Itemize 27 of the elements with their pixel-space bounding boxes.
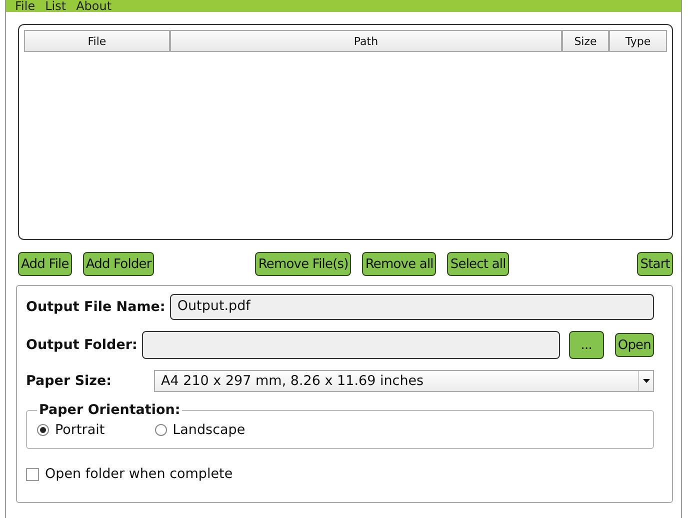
radio-option[interactable]: Landscape: [154, 418, 246, 442]
file-name-field[interactable]: Output.pdf: [170, 294, 654, 320]
column-header[interactable]: Path: [170, 30, 562, 52]
menu-item[interactable]: File: [15, 0, 36, 12]
list-button[interactable]: Add Folder: [82, 252, 154, 276]
start-button[interactable]: Start: [637, 252, 673, 276]
group-title: Paper Orientation:: [38, 402, 182, 418]
column-header[interactable]: Size: [562, 30, 609, 52]
browse-button[interactable]: ...: [568, 331, 604, 359]
field-label: Output File Name:: [26, 299, 166, 315]
field-label: Output Folder:: [26, 337, 138, 353]
menu-item[interactable]: About: [76, 0, 112, 12]
field-label: Paper Size:: [26, 373, 113, 389]
dropdown-arrow-icon: [642, 379, 650, 383]
list-button[interactable]: Add File: [18, 252, 72, 276]
column-header[interactable]: Type: [609, 30, 667, 52]
column-header[interactable]: File: [24, 30, 170, 52]
list-button[interactable]: Remove all: [362, 252, 436, 276]
paper-size-dropdown[interactable]: A4 210 x 297 mm, 8.26 x 11.69 inches: [154, 370, 654, 392]
menu-item[interactable]: List: [45, 0, 66, 12]
open-button[interactable]: Open: [614, 333, 654, 357]
folder-field[interactable]: [142, 331, 560, 359]
radio-option[interactable]: Portrait: [37, 418, 105, 442]
list-button[interactable]: Remove File(s): [255, 252, 352, 276]
open-folder-checkbox[interactable]: Open folder when complete: [26, 466, 654, 482]
list-button[interactable]: Select all: [447, 252, 509, 276]
file-list[interactable]: File Path Size Type: [18, 24, 673, 240]
